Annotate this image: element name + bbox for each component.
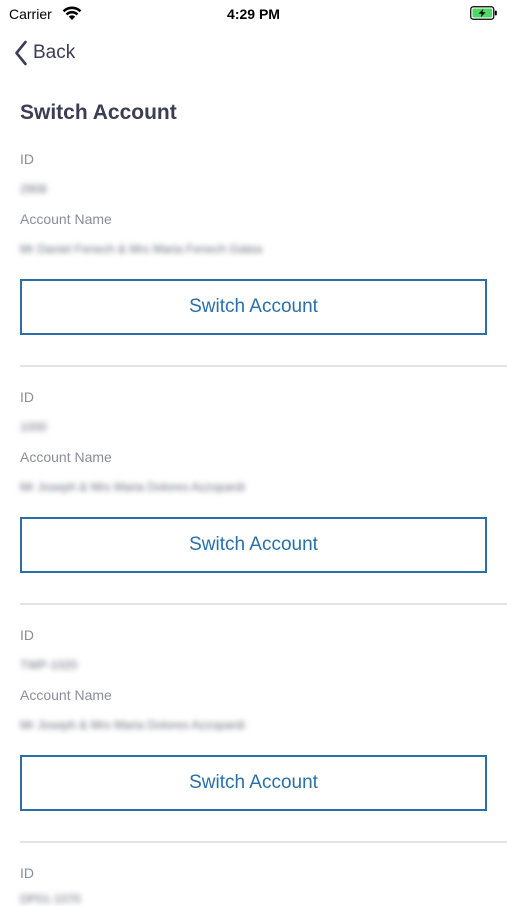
battery-charging-icon [470, 6, 498, 20]
id-label: ID [20, 627, 34, 643]
id-label: ID [20, 151, 34, 167]
id-label: ID [20, 389, 34, 405]
status-time: 4:29 PM [227, 6, 280, 22]
back-button[interactable]: Back [14, 39, 75, 67]
divider [20, 365, 507, 367]
account-name-label: Account Name [20, 687, 112, 703]
account-name-value: Mr Joseph & Mrs Maria Dolores Azzopardi [20, 718, 245, 732]
switch-account-button[interactable]: Switch Account [20, 517, 487, 573]
account-name-label: Account Name [20, 449, 112, 465]
switch-account-button[interactable]: Switch Account [20, 755, 487, 811]
id-label: ID [20, 865, 34, 881]
chevron-left-icon [14, 40, 28, 66]
divider [20, 603, 507, 605]
id-value: TWP-1020 [20, 658, 78, 672]
back-label: Back [33, 42, 76, 63]
status-bar: Carrier 4:29 PM [0, 0, 507, 28]
account-name-value: Mr Daniel Fenech & Mrs Maria Fenech Gate… [20, 242, 263, 256]
account-name-label: Account Name [20, 211, 112, 227]
id-value: 1000 [20, 420, 47, 434]
account-name-value: Mr Joseph & Mrs Maria Dolores Azzopardi [20, 480, 245, 494]
page-title: Switch Account [20, 101, 177, 124]
switch-account-button[interactable]: Switch Account [20, 279, 487, 335]
id-value: 2908 [20, 182, 47, 196]
id-value: DP01-1070 [20, 892, 81, 906]
divider [20, 841, 507, 843]
